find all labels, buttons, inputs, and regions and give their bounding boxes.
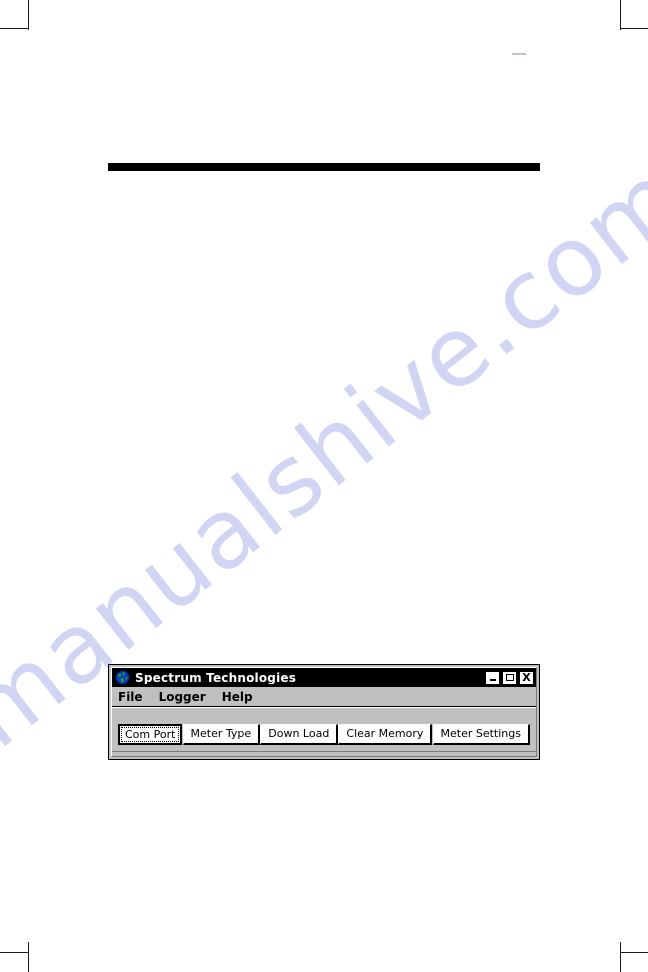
close-icon: X (522, 670, 531, 684)
crop-mark-top-left-vertical (28, 0, 29, 30)
globe-icon (115, 670, 130, 685)
crop-mark-top-right-vertical (620, 0, 621, 30)
window-bottom-edge (112, 751, 536, 756)
minimize-button[interactable] (485, 670, 500, 685)
crop-mark-bottom-right-horizontal (620, 952, 648, 953)
window-toolbar: Com Port Meter Type Down Load Clear Memo… (112, 707, 536, 756)
maximize-icon (505, 674, 514, 681)
meter-settings-button[interactable]: Meter Settings (432, 723, 530, 745)
maximize-button[interactable] (502, 670, 517, 685)
window-menubar: File Logger Help (112, 687, 536, 707)
window-titlebar[interactable]: Spectrum Technologies X (112, 668, 536, 687)
crop-mark-bottom-left-vertical (28, 942, 29, 972)
crop-mark-bottom-right-vertical (620, 942, 621, 972)
menu-item-help[interactable]: Help (222, 691, 253, 703)
crop-mark-bottom-left-horizontal (0, 952, 28, 953)
application-window-inner: Spectrum Technologies X File Logger Help… (111, 667, 537, 757)
window-title: Spectrum Technologies (135, 671, 297, 684)
clear-memory-button[interactable]: Clear Memory (338, 723, 433, 745)
crop-mark-top-left-horizontal (0, 28, 28, 29)
application-window: Spectrum Technologies X File Logger Help… (108, 664, 540, 760)
menu-item-file[interactable]: File (118, 691, 143, 703)
meter-type-button[interactable]: Meter Type (182, 723, 261, 745)
scan-artifact-speck (512, 53, 526, 55)
crop-mark-top-right-horizontal (620, 28, 648, 29)
minimize-icon (489, 679, 496, 681)
menu-item-logger[interactable]: Logger (159, 691, 206, 703)
page-divider-rule (108, 163, 540, 171)
window-controls: X (485, 670, 534, 685)
close-button[interactable]: X (519, 670, 534, 685)
com-port-button[interactable]: Com Port (118, 723, 183, 745)
down-load-button[interactable]: Down Load (260, 723, 339, 745)
